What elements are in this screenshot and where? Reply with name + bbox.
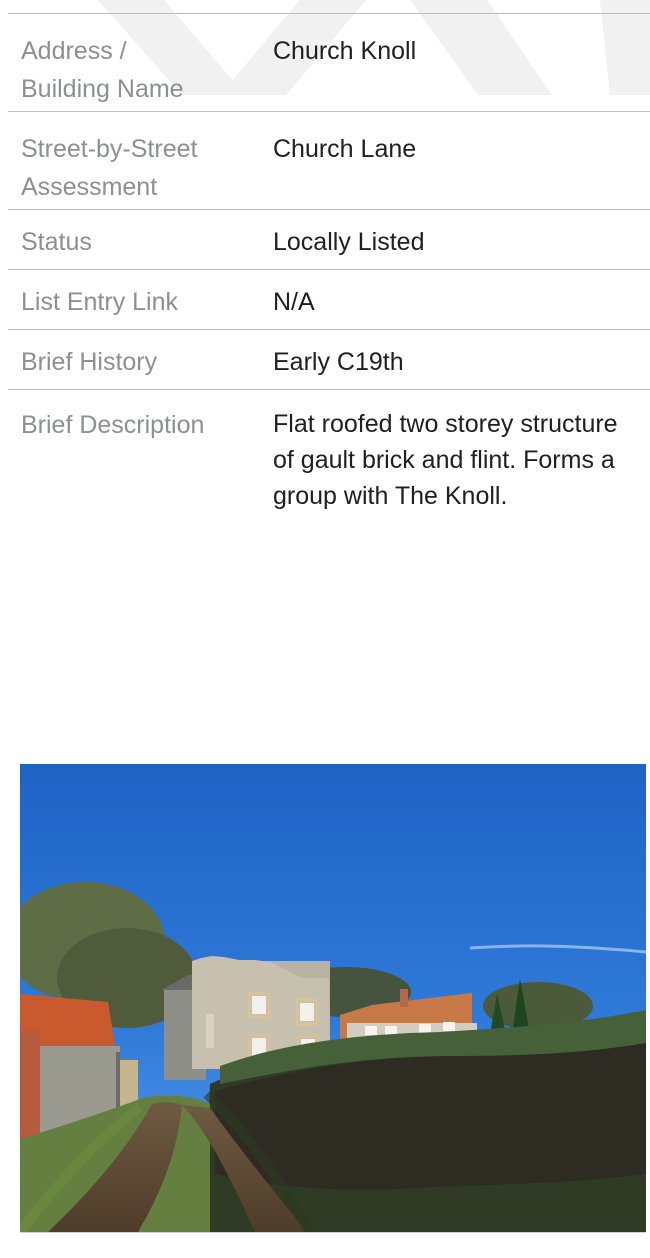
table-row: Status Locally Listed xyxy=(8,210,650,270)
list-entry-link-label: List Entry Link xyxy=(21,288,179,316)
table-row: Brief History Early C19th xyxy=(8,330,650,390)
address-value: Church Knoll xyxy=(273,37,417,65)
table-row: Brief Description Flat roofed two storey… xyxy=(8,390,650,514)
address-label: Address / Building Name xyxy=(21,37,184,103)
table-row: Street-by-Street Assessment Church Lane xyxy=(8,112,650,210)
table-row: Address / Building Name Church Knoll xyxy=(8,14,650,112)
brief-description-label: Brief Description xyxy=(21,411,205,439)
street-assessment-label: Street-by-Street Assessment xyxy=(21,135,198,201)
brief-description-value: Flat roofed two storey structure of gaul… xyxy=(273,410,618,510)
brief-history-label: Brief History xyxy=(21,348,158,376)
status-label: Status xyxy=(21,228,92,256)
table-row: List Entry Link N/A xyxy=(8,270,650,330)
status-value: Locally Listed xyxy=(273,228,425,256)
list-entry-link-value: N/A xyxy=(273,288,315,316)
heritage-details-table: Address / Building Name Church Knoll Str… xyxy=(8,13,650,514)
building-photo xyxy=(20,764,646,1233)
brief-history-value: Early C19th xyxy=(273,348,404,376)
street-assessment-value: Church Lane xyxy=(273,135,417,163)
